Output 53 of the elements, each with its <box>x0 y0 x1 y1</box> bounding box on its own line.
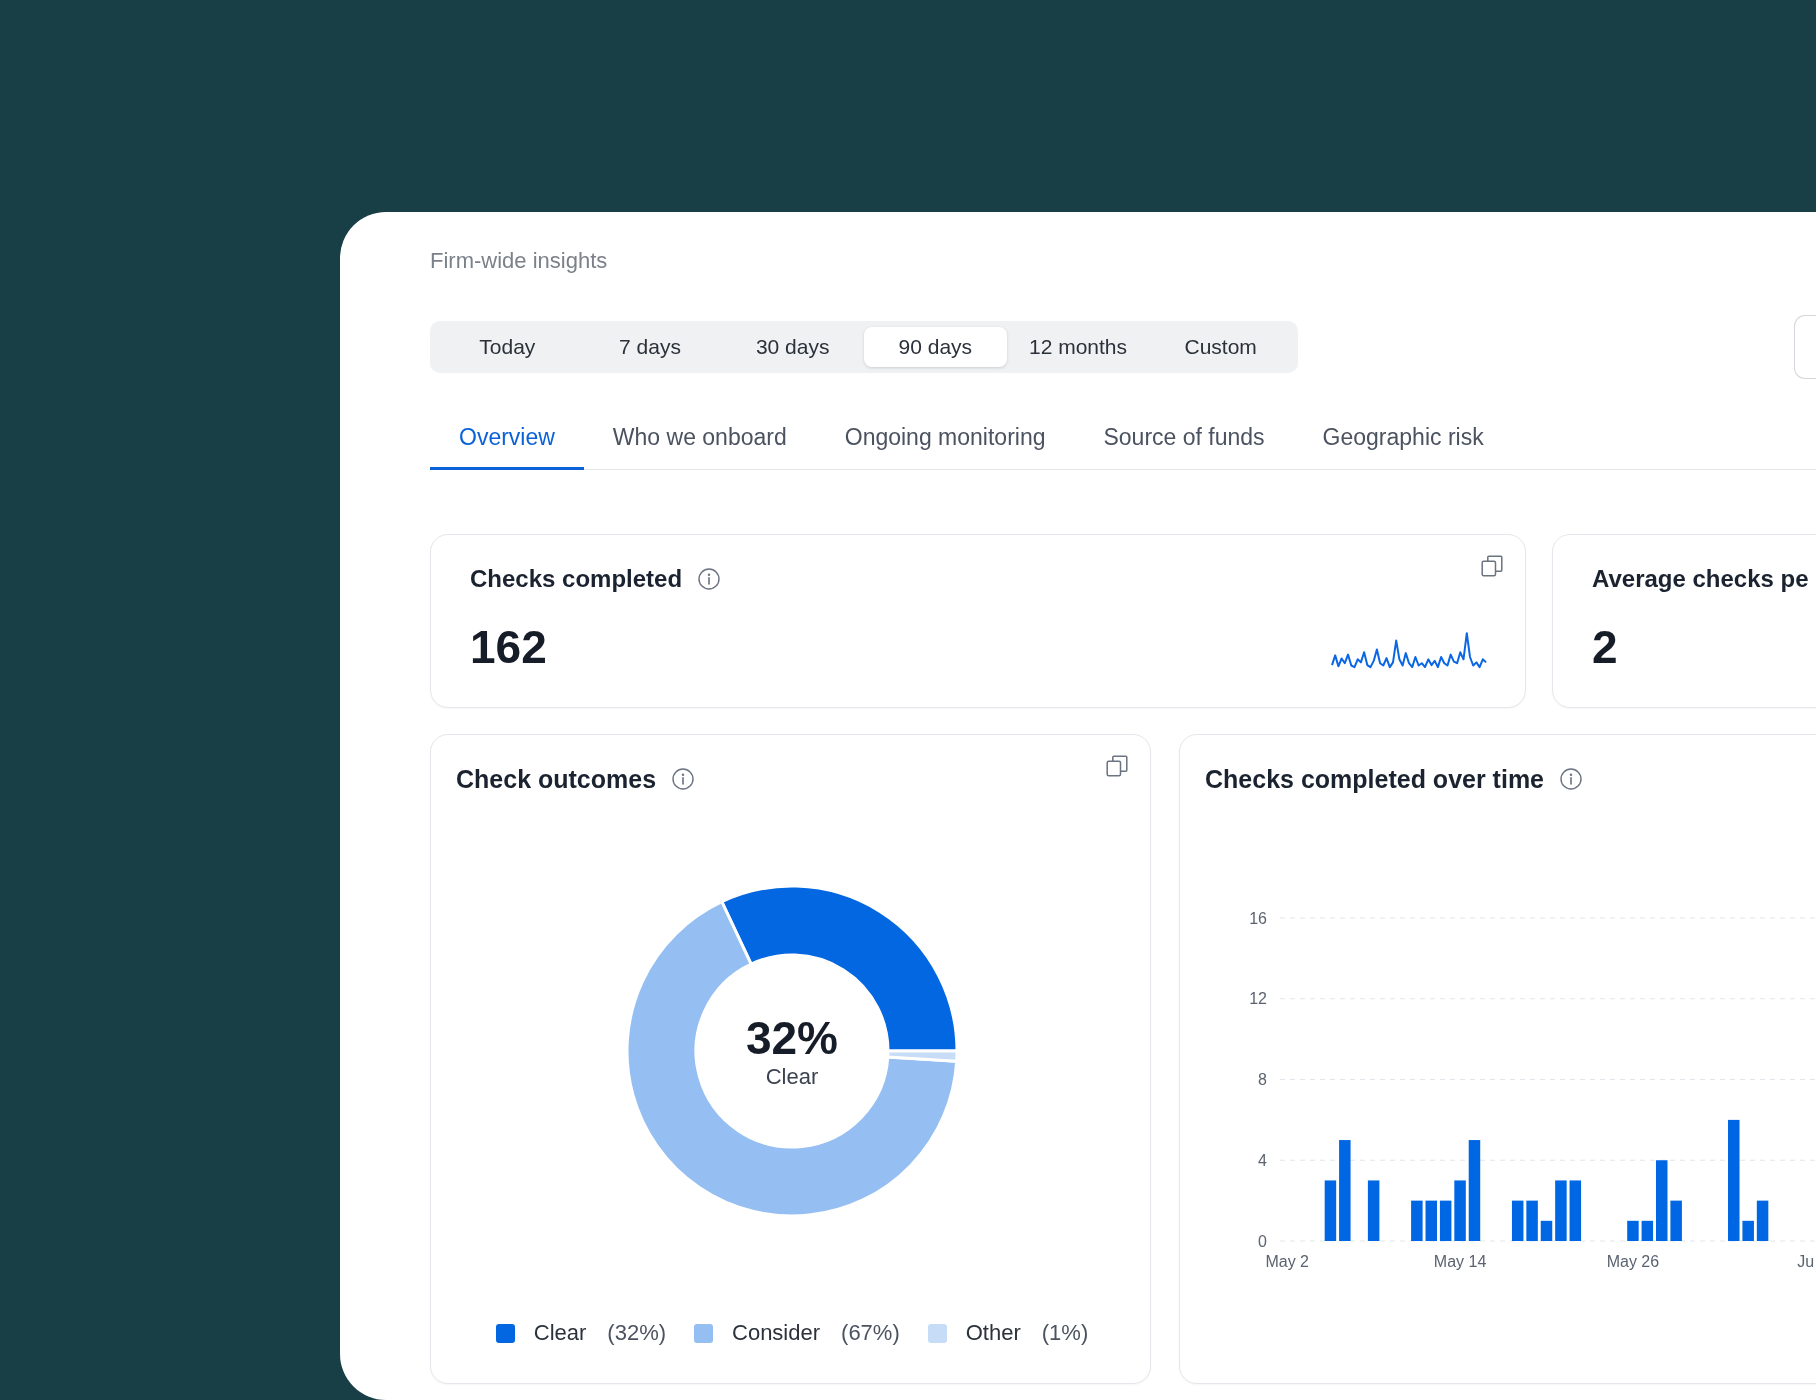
period-tab[interactable]: 12 months <box>1006 327 1150 367</box>
card-title: Check outcomes <box>456 764 657 794</box>
x-tick-label: May 2 <box>1265 1252 1309 1270</box>
legend-label: Other <box>965 1320 1021 1346</box>
bar <box>1641 1220 1654 1241</box>
x-tick-label: May 14 <box>1433 1252 1487 1270</box>
y-tick-label: 12 <box>1249 990 1267 1008</box>
legend-label: Clear <box>533 1320 587 1346</box>
bar <box>1569 1180 1582 1241</box>
bar <box>1670 1200 1682 1241</box>
stat-value: 2 <box>1592 620 1618 675</box>
section-tab[interactable]: Geographic risk <box>1293 412 1513 470</box>
y-tick-label: 16 <box>1249 909 1267 927</box>
period-tab[interactable]: 30 days <box>721 327 864 367</box>
section-tab[interactable]: Who we onboard <box>583 412 816 470</box>
bar <box>1627 1220 1639 1241</box>
x-tick-label: Ju <box>1797 1252 1815 1270</box>
donut-center-value: 32% <box>745 1012 839 1064</box>
bar <box>1425 1200 1437 1241</box>
card-title: Checks completed <box>470 564 683 594</box>
bar <box>1439 1200 1452 1241</box>
bar <box>1454 1180 1466 1241</box>
card-title: Average checks pe <box>1592 564 1809 594</box>
y-tick-label: 0 <box>1258 1232 1267 1250</box>
period-tab[interactable]: 7 days <box>578 327 722 367</box>
y-tick-label: 4 <box>1258 1151 1267 1169</box>
copy-icon[interactable] <box>1481 555 1503 577</box>
donut-center-label: Clear <box>765 1064 819 1090</box>
section-tab[interactable]: Overview <box>430 412 584 470</box>
x-tick-label: May 26 <box>1606 1252 1660 1270</box>
y-tick-label: 8 <box>1258 1071 1267 1088</box>
legend-value: (67%) <box>841 1320 900 1346</box>
card-title: Checks completed over time <box>1205 764 1544 794</box>
legend-value: (1%) <box>1041 1320 1089 1346</box>
page-title: Firm-wide insights <box>430 248 608 274</box>
bar <box>1511 1200 1524 1241</box>
bar <box>1367 1180 1380 1241</box>
bar <box>1411 1200 1423 1241</box>
bar <box>1756 1200 1769 1241</box>
copy-icon[interactable] <box>1106 755 1128 777</box>
bar <box>1324 1180 1337 1241</box>
bar <box>1555 1180 1567 1241</box>
period-tab[interactable]: Custom <box>1149 327 1293 367</box>
section-tab[interactable]: Ongoing monitoring <box>815 412 1075 470</box>
section-tab[interactable]: Source of funds <box>1074 412 1294 470</box>
bar <box>1540 1220 1553 1241</box>
bar <box>1526 1200 1538 1241</box>
period-tab[interactable]: Today <box>436 327 579 367</box>
stat-value: 162 <box>470 620 547 675</box>
legend-value: (32%) <box>607 1320 666 1346</box>
period-tab[interactable]: 90 days <box>864 327 1007 367</box>
bar <box>1742 1220 1754 1241</box>
legend-label: Consider <box>732 1320 821 1346</box>
